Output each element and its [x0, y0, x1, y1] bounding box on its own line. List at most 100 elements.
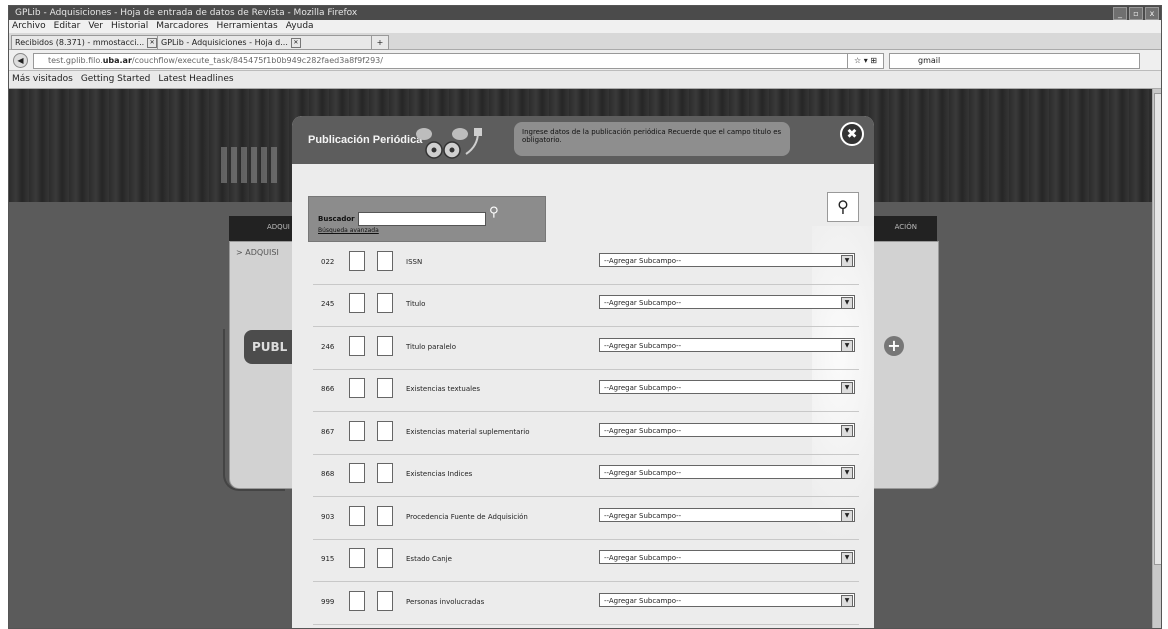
subfield-select-value: --Agregar Subcampo-- [604, 299, 682, 307]
nav-adquisiciones[interactable]: ADQUI [267, 223, 290, 231]
field-name: Estado Canje [406, 555, 452, 563]
indicator-2-input[interactable] [377, 421, 393, 441]
subfield-select[interactable]: --Agregar Subcampo-- ▼ [599, 593, 855, 607]
field-name: ISSN [406, 258, 423, 266]
subfield-select[interactable]: --Agregar Subcampo-- ▼ [599, 550, 855, 564]
indicator-1-input[interactable] [349, 251, 365, 271]
nav-catalogacion[interactable]: ACIÓN [895, 223, 917, 231]
indicator-1-input[interactable] [349, 378, 365, 398]
modal-dialog: Publicación Periódica Ingrese datos de l… [292, 116, 874, 628]
chevron-down-icon[interactable]: ▼ [841, 510, 853, 522]
search-panel: Buscador ⚲ Búsqueda avanzada [308, 196, 546, 242]
menu-archivo[interactable]: Archivo [12, 20, 46, 33]
indicator-1-input[interactable] [349, 548, 365, 568]
indicator-2-input[interactable] [377, 506, 393, 526]
new-tab-button[interactable]: + [371, 35, 389, 50]
subfield-select[interactable]: --Agregar Subcampo-- ▼ [599, 423, 855, 437]
bookmark-getting-started[interactable]: Getting Started [81, 71, 151, 88]
advanced-search-link[interactable]: Búsqueda avanzada [318, 227, 379, 234]
menu-marcadores[interactable]: Marcadores [156, 20, 208, 33]
field-row: 868 Existencias Indices --Agregar Subcam… [313, 456, 859, 497]
magnifier-icon[interactable]: ⚲ [827, 192, 859, 222]
bookmark-mas-visitados[interactable]: Más visitados [12, 71, 73, 88]
menu-herramientas[interactable]: Herramientas [216, 20, 277, 33]
bookmark-latest-headlines[interactable]: Latest Headlines [158, 71, 233, 88]
tab-gplib[interactable]: GPLib - Adquisiciones - Hoja d... ✕ [157, 35, 373, 50]
back-icon[interactable]: ◀ [13, 53, 28, 68]
url-prefix: test.gplib.filo. [48, 56, 103, 65]
field-row: 022 ISSN --Agregar Subcampo-- ▼ [313, 244, 859, 285]
menu-bar: Archivo Editar Ver Historial Marcadores … [9, 20, 1161, 33]
window-titlebar: GPLib - Adquisiciones - Hoja de entrada … [9, 6, 1161, 20]
minimize-button[interactable]: _ [1113, 7, 1127, 20]
indicator-2-input[interactable] [377, 591, 393, 611]
subfield-select[interactable]: --Agregar Subcampo-- ▼ [599, 380, 855, 394]
search-engine-label: gmail [918, 56, 941, 65]
url-field[interactable]: test.gplib.filo.uba.ar/couchflow/execute… [33, 53, 855, 69]
field-tag: 866 [321, 385, 335, 393]
add-icon[interactable]: + [884, 336, 904, 356]
chevron-down-icon[interactable]: ▼ [841, 255, 853, 267]
maximize-button[interactable]: ▫ [1129, 7, 1143, 20]
subfield-select-value: --Agregar Subcampo-- [604, 342, 682, 350]
breadcrumb[interactable]: > ADQUISI [236, 248, 279, 257]
indicator-1-input[interactable] [349, 591, 365, 611]
subfield-select[interactable]: --Agregar Subcampo-- ▼ [599, 295, 855, 309]
indicator-2-input[interactable] [377, 378, 393, 398]
chevron-down-icon[interactable]: ▼ [841, 297, 853, 309]
bookmarks-toolbar: Más visitados Getting Started Latest Hea… [9, 71, 1161, 89]
chevron-down-icon[interactable]: ▼ [841, 425, 853, 437]
menu-historial[interactable]: Historial [111, 20, 148, 33]
indicator-2-input[interactable] [377, 548, 393, 568]
indicator-1-input[interactable] [349, 463, 365, 483]
indicator-1-input[interactable] [349, 293, 365, 313]
field-tag: 903 [321, 513, 335, 521]
chevron-down-icon[interactable]: ▼ [841, 552, 853, 564]
tab-gmail[interactable]: Recibidos (8.371) - mmostacci... ✕ [11, 35, 159, 50]
indicator-2-input[interactable] [377, 251, 393, 271]
menu-ver[interactable]: Ver [88, 20, 103, 33]
chevron-down-icon[interactable]: ▼ [841, 382, 853, 394]
field-name: Procedencia Fuente de Adquisición [406, 513, 528, 521]
subfield-select[interactable]: --Agregar Subcampo-- ▼ [599, 465, 855, 479]
close-modal-button[interactable]: ✖ [840, 122, 864, 146]
subfield-select-value: --Agregar Subcampo-- [604, 427, 682, 435]
chevron-down-icon[interactable]: ▼ [841, 467, 853, 479]
chevron-down-icon[interactable]: ▼ [841, 595, 853, 607]
tab-label: GPLib - Adquisiciones - Hoja d... [161, 38, 288, 47]
scrollbar-thumb[interactable] [1154, 93, 1161, 565]
search-input[interactable] [358, 212, 486, 226]
indicator-2-input[interactable] [377, 293, 393, 313]
subfield-select-value: --Agregar Subcampo-- [604, 597, 682, 605]
menu-ayuda[interactable]: Ayuda [286, 20, 314, 33]
field-row: 903 Procedencia Fuente de Adquisición --… [313, 499, 859, 540]
field-tag: 022 [321, 258, 335, 266]
close-tab-icon[interactable]: ✕ [147, 37, 158, 48]
field-tag: 999 [321, 598, 335, 606]
close-tab-icon[interactable]: ✕ [290, 37, 301, 48]
indicator-2-input[interactable] [377, 463, 393, 483]
search-label: Buscador [318, 215, 355, 223]
field-name: Existencias textuales [406, 385, 481, 393]
indicator-2-input[interactable] [377, 336, 393, 356]
field-row: 246 Titulo paralelo --Agregar Subcampo--… [313, 329, 859, 370]
subfield-select[interactable]: --Agregar Subcampo-- ▼ [599, 338, 855, 352]
browser-window: GPLib - Adquisiciones - Hoja de entrada … [8, 5, 1162, 629]
indicator-1-input[interactable] [349, 506, 365, 526]
indicator-1-input[interactable] [349, 336, 365, 356]
bookmark-star-icon[interactable]: ☆ ▾ ⊞ [847, 53, 884, 69]
field-tag: 245 [321, 300, 335, 308]
field-tag: 867 [321, 428, 335, 436]
field-row: 867 Existencias material suplementario -… [313, 414, 859, 455]
vertical-scrollbar[interactable] [1152, 89, 1161, 628]
search-field[interactable]: gmail [889, 53, 1140, 69]
search-icon[interactable]: ⚲ [489, 205, 499, 220]
indicator-1-input[interactable] [349, 421, 365, 441]
subfield-select[interactable]: --Agregar Subcampo-- ▼ [599, 508, 855, 522]
chevron-down-icon[interactable]: ▼ [841, 340, 853, 352]
subfield-select[interactable]: --Agregar Subcampo-- ▼ [599, 253, 855, 267]
menu-editar[interactable]: Editar [54, 20, 81, 33]
subfield-select-value: --Agregar Subcampo-- [604, 512, 682, 520]
close-window-button[interactable]: x [1145, 7, 1159, 20]
subfield-select-value: --Agregar Subcampo-- [604, 554, 682, 562]
